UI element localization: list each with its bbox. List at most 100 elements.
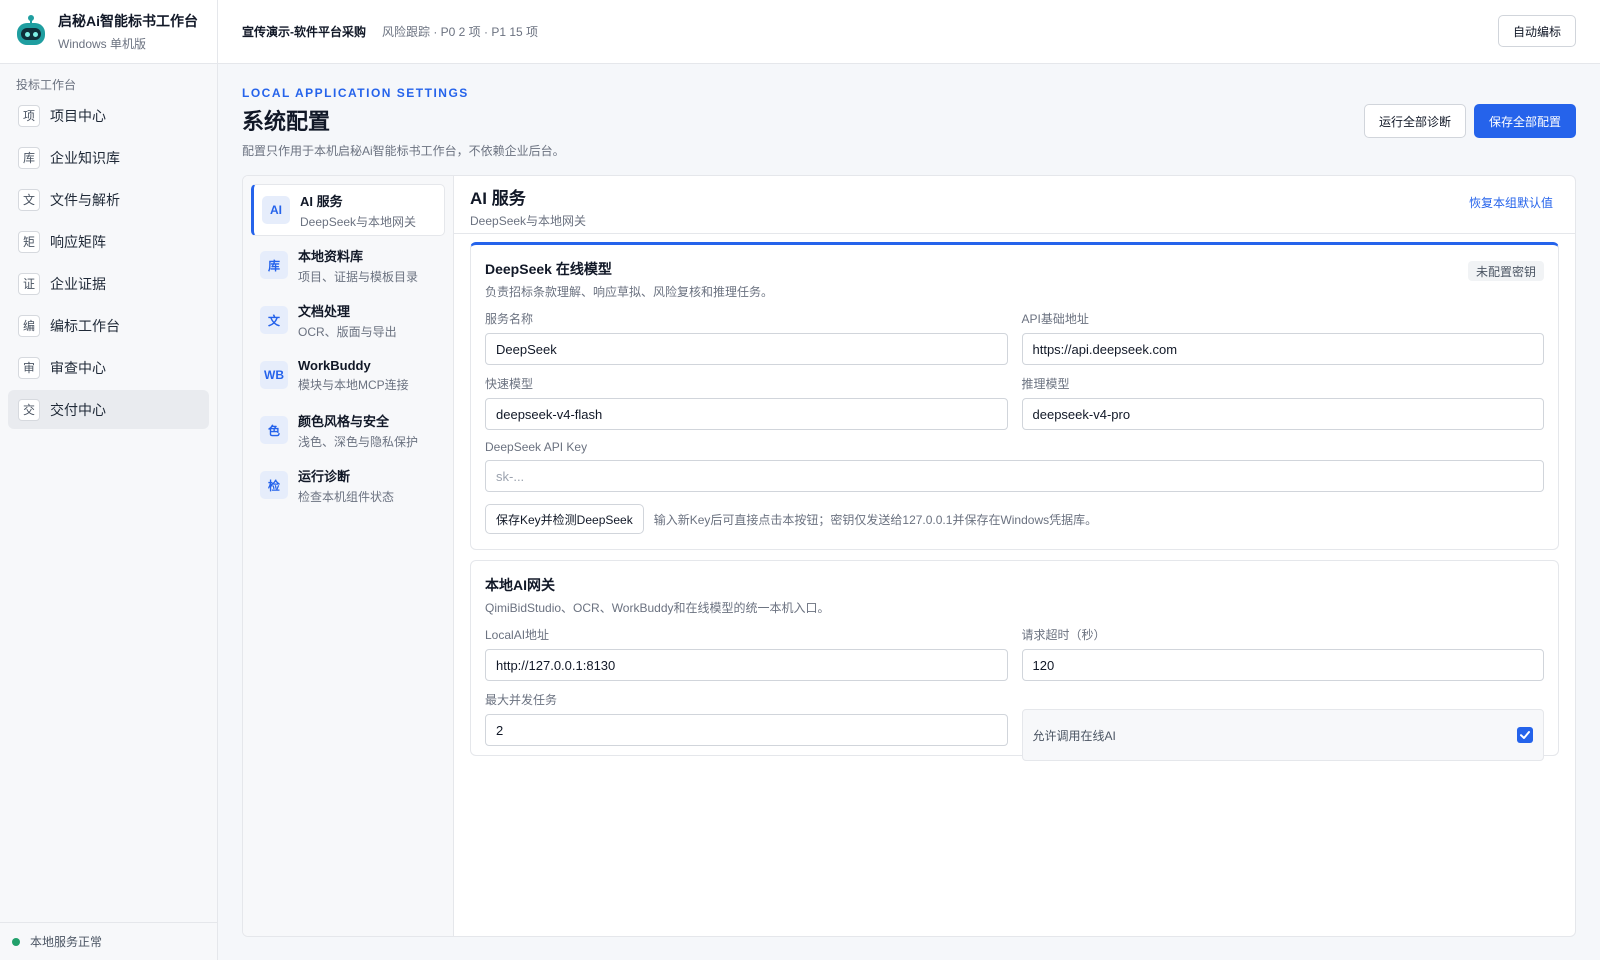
reasoning-model-input[interactable] bbox=[1021, 398, 1544, 430]
key-hint: 输入新Key后可直接点击本按钮；密钥仅发送给127.0.0.1并保存在Windo… bbox=[653, 512, 1098, 527]
topbar: 宣传演示-软件平台采购 风险跟踪 · P0 2 项 · P1 15 项 自动编标 bbox=[218, 0, 1600, 64]
risk-summary: 风险跟踪 · P0 2 项 · P1 15 项 bbox=[382, 25, 539, 39]
sidebar-item-label: 响应矩阵 bbox=[50, 233, 106, 250]
evidence-icon: 证 bbox=[18, 272, 40, 295]
api-base-url-input[interactable] bbox=[1021, 333, 1544, 365]
card-title: 本地AI网关 bbox=[485, 577, 555, 593]
category-local-library[interactable]: 库 本地资料库 项目、证据与模板目录 bbox=[251, 239, 445, 291]
app-title: 启秘Ai智能标书工作台 bbox=[58, 13, 198, 29]
sidebar-item-label: 企业知识库 bbox=[50, 149, 120, 166]
page-header: LOCAL APPLICATION SETTINGS 系统配置 配置只作用于本机… bbox=[242, 86, 565, 159]
brand: 启秘Ai智能标书工作台 Windows 单机版 bbox=[0, 0, 217, 64]
settings-category-list: AI AI 服务 DeepSeek与本地网关 库 本地资料库 项目、证据与模板目… bbox=[243, 176, 454, 936]
sidebar-item-editor[interactable]: 编 编标工作台 bbox=[8, 306, 209, 345]
category-ai-service[interactable]: AI AI 服务 DeepSeek与本地网关 bbox=[251, 184, 445, 236]
save-all-button[interactable]: 保存全部配置 bbox=[1473, 104, 1576, 138]
max-concurrency-input[interactable] bbox=[485, 714, 1008, 746]
field-label: DeepSeek API Key bbox=[485, 440, 588, 454]
page-actions: 运行全部诊断 保存全部配置 bbox=[1363, 104, 1576, 138]
auto-bid-button[interactable]: 自动编标 bbox=[1497, 15, 1576, 47]
sidebar-item-review[interactable]: 审 审查中心 bbox=[8, 348, 209, 387]
field-label: 最大并发任务 bbox=[485, 693, 558, 707]
nav-group-label: 投标工作台 bbox=[16, 78, 77, 92]
sidebar-item-label: 审查中心 bbox=[50, 359, 106, 376]
field-label: LocalAI地址 bbox=[485, 628, 550, 642]
category-title: WorkBuddy bbox=[298, 357, 371, 373]
page-description: 配置只作用于本机启秘Ai智能标书工作台，不依赖企业后台。 bbox=[242, 144, 565, 158]
library-icon: 库 bbox=[18, 146, 40, 169]
robot-logo-icon bbox=[16, 14, 46, 47]
fast-model-input[interactable] bbox=[485, 398, 1008, 430]
card-subtitle: QimiBidStudio、OCR、WorkBuddy和在线模型的统一本机入口。 bbox=[485, 601, 830, 615]
check-icon bbox=[1520, 731, 1530, 739]
api-key-input[interactable] bbox=[485, 460, 1544, 492]
settings-content: AI 服务 DeepSeek与本地网关 恢复本组默认值 DeepSeek 在线模… bbox=[454, 176, 1575, 936]
category-subtitle: DeepSeek与本地网关 bbox=[300, 214, 417, 229]
ai-icon: AI bbox=[262, 196, 290, 224]
category-theme-security[interactable]: 色 颜色风格与安全 浅色、深色与隐私保护 bbox=[251, 404, 445, 456]
local-gateway-card: 本地AI网关 QimiBidStudio、OCR、WorkBuddy和在线模型的… bbox=[470, 560, 1559, 761]
current-project[interactable]: 宣传演示-软件平台采购 bbox=[242, 23, 366, 40]
library-icon: 库 bbox=[260, 251, 288, 279]
category-title: 颜色风格与安全 bbox=[298, 413, 390, 429]
sidebar-item-files[interactable]: 文 文件与解析 bbox=[8, 180, 209, 219]
service-name-input[interactable] bbox=[485, 333, 1008, 365]
sidebar-item-label: 编标工作台 bbox=[50, 317, 120, 334]
category-title: AI 服务 bbox=[300, 193, 343, 209]
card-title: DeepSeek 在线模型 bbox=[485, 261, 612, 277]
sidebar-item-evidence[interactable]: 证 企业证据 bbox=[8, 264, 209, 303]
service-status: 本地服务正常 bbox=[0, 922, 217, 960]
run-diagnostics-button[interactable]: 运行全部诊断 bbox=[1363, 104, 1466, 138]
category-subtitle: 项目、证据与模板目录 bbox=[298, 269, 419, 284]
status-text: 本地服务正常 bbox=[30, 935, 103, 949]
category-subtitle: 检查本机组件状态 bbox=[298, 489, 395, 504]
diagnostics-icon: 检 bbox=[260, 471, 288, 499]
category-title: 文档处理 bbox=[298, 303, 351, 319]
category-subtitle: 模块与本地MCP连接 bbox=[298, 377, 409, 392]
sidebar-item-label: 文件与解析 bbox=[50, 191, 120, 208]
delivery-icon: 交 bbox=[18, 398, 40, 421]
card-subtitle: 负责招标条款理解、响应草拟、风险复核和推理任务。 bbox=[485, 285, 774, 299]
project-icon: 项 bbox=[18, 104, 40, 127]
section-title: AI 服务 bbox=[470, 189, 526, 208]
field-label: 快速模型 bbox=[485, 377, 534, 391]
document-icon: 文 bbox=[18, 188, 40, 211]
sidebar-item-delivery[interactable]: 交 交付中心 bbox=[8, 390, 209, 429]
matrix-icon: 矩 bbox=[18, 230, 40, 253]
review-icon: 审 bbox=[18, 356, 40, 379]
document-icon: 文 bbox=[260, 306, 288, 334]
save-key-check-button[interactable]: 保存Key并检测DeepSeek bbox=[485, 504, 644, 534]
field-label: API基础地址 bbox=[1021, 312, 1089, 326]
category-diagnostics[interactable]: 检 运行诊断 检查本机组件状态 bbox=[251, 459, 445, 511]
sidebar-item-matrix[interactable]: 矩 响应矩阵 bbox=[8, 222, 209, 261]
timeout-input[interactable] bbox=[1021, 649, 1544, 681]
category-subtitle: OCR、版面与导出 bbox=[298, 324, 397, 339]
field-label: 推理模型 bbox=[1021, 377, 1070, 391]
section-subtitle: DeepSeek与本地网关 bbox=[470, 214, 587, 228]
category-document[interactable]: 文 文档处理 OCR、版面与导出 bbox=[251, 294, 445, 346]
deepseek-card: DeepSeek 在线模型 负责招标条款理解、响应草拟、风险复核和推理任务。 未… bbox=[470, 242, 1559, 550]
category-workbuddy[interactable]: WB WorkBuddy 模块与本地MCP连接 bbox=[251, 349, 445, 401]
status-dot-icon bbox=[12, 937, 20, 946]
app-root: 启秘Ai智能标书工作台 Windows 单机版 投标工作台 项 项目中心 库 企… bbox=[0, 0, 1600, 960]
edit-icon: 编 bbox=[18, 314, 40, 337]
sidebar-item-label: 企业证据 bbox=[50, 275, 106, 292]
field-label: 请求超时（秒） bbox=[1021, 628, 1106, 642]
sidebar-item-knowledge[interactable]: 库 企业知识库 bbox=[8, 138, 209, 177]
allow-online-ai-checkbox[interactable] bbox=[1517, 727, 1533, 743]
category-title: 运行诊断 bbox=[298, 468, 351, 484]
field-label: 服务名称 bbox=[485, 312, 534, 326]
category-subtitle: 浅色、深色与隐私保护 bbox=[298, 434, 419, 449]
workbuddy-icon: WB bbox=[260, 361, 288, 389]
localai-address-input[interactable] bbox=[485, 649, 1008, 681]
allow-online-ai-toggle[interactable]: 允许调用在线AI bbox=[1021, 709, 1544, 761]
sidebar-item-label: 交付中心 bbox=[50, 401, 106, 418]
sidebar-item-projects[interactable]: 项 项目中心 bbox=[8, 96, 209, 135]
sidebar-item-label: 项目中心 bbox=[50, 107, 106, 124]
status-badge: 未配置密钥 bbox=[1467, 261, 1544, 281]
restore-defaults-link[interactable]: 恢复本组默认值 bbox=[1469, 194, 1553, 211]
page-eyebrow: LOCAL APPLICATION SETTINGS bbox=[242, 86, 469, 100]
toggle-label: 允许调用在线AI bbox=[1032, 728, 1116, 743]
section-header: AI 服务 DeepSeek与本地网关 恢复本组默认值 bbox=[454, 176, 1575, 234]
page-title: 系统配置 bbox=[242, 109, 331, 134]
